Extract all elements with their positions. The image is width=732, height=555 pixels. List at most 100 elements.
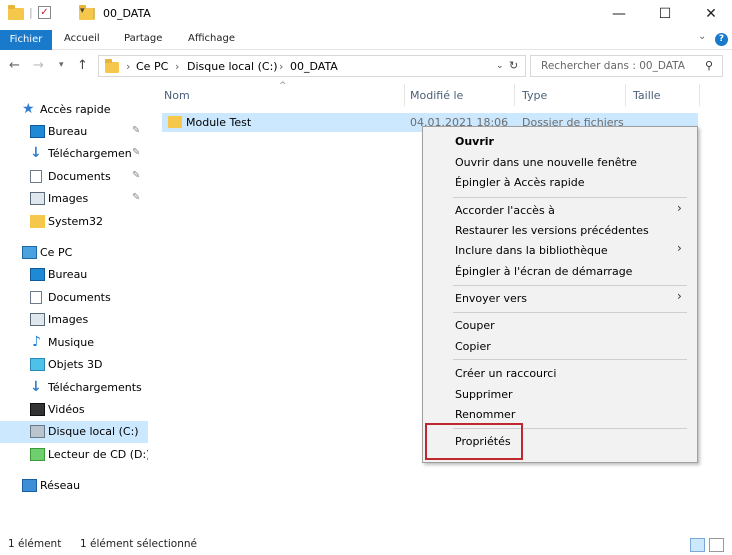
submenu-arrow-icon: › (677, 201, 682, 215)
sidebar-item-reseau[interactable]: Réseau (0, 475, 148, 497)
menu-item-epingler-acces-rapide[interactable]: Épingler à Accès rapide (455, 176, 585, 189)
sidebar-item-objets-3d[interactable]: Objets 3D (0, 354, 148, 376)
sidebar-item-system32[interactable]: System32 (0, 211, 148, 233)
sidebar-item-label: Réseau (40, 479, 81, 492)
image-icon (30, 313, 45, 326)
column-header-modifie-le[interactable]: Modifié le (410, 89, 463, 102)
menu-item-supprimer[interactable]: Supprimer (455, 388, 513, 401)
breadcrumb-disque-local[interactable]: Disque local (C:) (187, 60, 278, 73)
sidebar-item-label: Vidéos (48, 403, 85, 416)
sidebar-item-bureau[interactable]: Bureau ✎ (0, 121, 148, 143)
search-box[interactable]: Rechercher dans : 00_DATA ⚲ (530, 55, 723, 77)
breadcrumb-00-data[interactable]: 00_DATA (290, 60, 338, 73)
video-icon (30, 403, 45, 416)
computer-icon (22, 246, 37, 259)
sidebar-item-label: Documents (48, 170, 111, 183)
sidebar-item-label: System32 (48, 215, 104, 228)
menu-item-epingler-demarrage[interactable]: Épingler à l'écran de démarrage (455, 265, 632, 278)
pin-icon: ✎ (132, 192, 141, 203)
address-dropdown-icon[interactable]: ⌄ (496, 61, 504, 71)
folder-icon (105, 59, 119, 73)
sidebar-item-disque-local[interactable]: Disque local (C:) (0, 421, 148, 443)
menu-item-ouvrir-nouvelle-fenetre[interactable]: Ouvrir dans une nouvelle fenêtre (455, 156, 637, 169)
chevron-down-icon[interactable]: ⌄ (698, 31, 706, 42)
close-button[interactable]: ✕ (688, 0, 732, 30)
navigation-pane: ★ Accès rapide Bureau ✎ ↓ Téléchargement… (0, 95, 152, 520)
sidebar-item-acces-rapide[interactable]: ★ Accès rapide (22, 99, 170, 121)
file-name: Module Test (186, 116, 252, 129)
menu-item-envoyer-vers[interactable]: Envoyer vers (455, 292, 527, 305)
large-icons-view-icon[interactable] (709, 538, 724, 552)
up-arrow-icon[interactable]: ↑ (77, 58, 88, 73)
submenu-arrow-icon: › (677, 241, 682, 255)
sidebar-item-lecteur-cd[interactable]: Lecteur de CD (D:) S (0, 444, 148, 466)
search-placeholder: Rechercher dans : 00_DATA (541, 60, 685, 72)
sidebar-item-telechargements[interactable]: ↓ Téléchargements ✎ (0, 143, 148, 165)
menu-item-renommer[interactable]: Renommer (455, 408, 515, 421)
menu-item-inclure-bibliotheque[interactable]: Inclure dans la bibliothèque (455, 244, 608, 257)
column-separator (514, 84, 515, 106)
tab-fichier[interactable]: Fichier (0, 30, 52, 50)
details-view-icon[interactable] (690, 538, 705, 552)
menu-item-accorder-acces[interactable]: Accorder l'accès à (455, 204, 555, 217)
tab-affichage[interactable]: Affichage (188, 33, 235, 44)
sidebar-item-label: Disque local (C:) (48, 425, 139, 438)
back-arrow-icon[interactable]: ← (9, 58, 20, 73)
tab-accueil[interactable]: Accueil (64, 33, 100, 44)
address-bar[interactable]: › Ce PC › Disque local (C:) › 00_DATA ⌄ … (98, 55, 526, 77)
quick-access-dropdown-icon[interactable]: ▾ (80, 6, 85, 16)
drive-icon (30, 425, 45, 438)
column-separator (625, 84, 626, 106)
highlight-annotation (425, 423, 523, 460)
sidebar-item-ce-pc[interactable]: Ce PC (0, 242, 148, 264)
separator: | (29, 6, 33, 19)
sidebar-item-label: Images (48, 192, 89, 205)
breadcrumb-separator: › (279, 60, 284, 73)
menu-separator (453, 285, 687, 286)
menu-item-ouvrir[interactable]: Ouvrir (455, 135, 494, 148)
window-title: 00_DATA (103, 7, 151, 20)
maximize-button[interactable]: ☐ (642, 0, 688, 30)
sidebar-item-label: Bureau (48, 268, 88, 281)
sidebar-item-musique[interactable]: ♪ Musique (0, 332, 148, 354)
sidebar-item-videos[interactable]: Vidéos (0, 399, 148, 421)
column-separator (404, 84, 405, 106)
column-header-type[interactable]: Type (522, 89, 547, 102)
menu-item-restaurer-versions[interactable]: Restaurer les versions précédentes (455, 224, 649, 237)
forward-arrow-icon[interactable]: → (33, 58, 44, 73)
search-icon[interactable]: ⚲ (705, 59, 713, 72)
sidebar-item-images-pc[interactable]: Images (0, 309, 148, 331)
refresh-icon[interactable]: ↻ (509, 59, 518, 72)
sidebar-item-label: Objets 3D (48, 358, 103, 371)
menu-item-couper[interactable]: Couper (455, 319, 495, 332)
recent-locations-icon[interactable]: ▾ (59, 60, 64, 70)
menu-separator (453, 197, 687, 198)
tab-partage[interactable]: Partage (124, 33, 162, 44)
help-icon[interactable]: ? (715, 33, 728, 46)
column-header-nom[interactable]: Nom (164, 89, 190, 102)
document-icon (30, 291, 42, 304)
menu-item-creer-raccourci[interactable]: Créer un raccourci (455, 367, 556, 380)
breadcrumb-ce-pc[interactable]: Ce PC (136, 60, 168, 73)
download-icon: ↓ (30, 379, 42, 395)
sidebar-item-documents[interactable]: Documents ✎ (0, 166, 148, 188)
sidebar-item-telechargements-pc[interactable]: ↓ Téléchargements (0, 377, 148, 399)
column-header-taille[interactable]: Taille (633, 89, 661, 102)
menu-separator (453, 359, 687, 360)
menu-item-copier[interactable]: Copier (455, 340, 491, 353)
status-bar: 1 élément 1 élément sélectionné (0, 535, 732, 555)
desktop-icon (30, 125, 45, 138)
submenu-arrow-icon: › (677, 289, 682, 303)
title-bar: | ✓ ▾ | 00_DATA — ☐ ✕ (0, 0, 732, 30)
sidebar-item-documents-pc[interactable]: Documents (0, 287, 148, 309)
music-icon: ♪ (32, 334, 41, 350)
sidebar-item-label: Téléchargements (48, 147, 132, 160)
separator: | (92, 6, 96, 19)
pin-icon: ✎ (132, 147, 141, 158)
minimize-button[interactable]: — (596, 0, 642, 30)
download-icon: ↓ (30, 145, 42, 161)
cd-drive-icon (30, 448, 45, 461)
sidebar-item-bureau-pc[interactable]: Bureau (0, 264, 148, 286)
sidebar-item-images[interactable]: Images ✎ (0, 188, 148, 210)
properties-check-icon[interactable]: ✓ (38, 6, 51, 19)
